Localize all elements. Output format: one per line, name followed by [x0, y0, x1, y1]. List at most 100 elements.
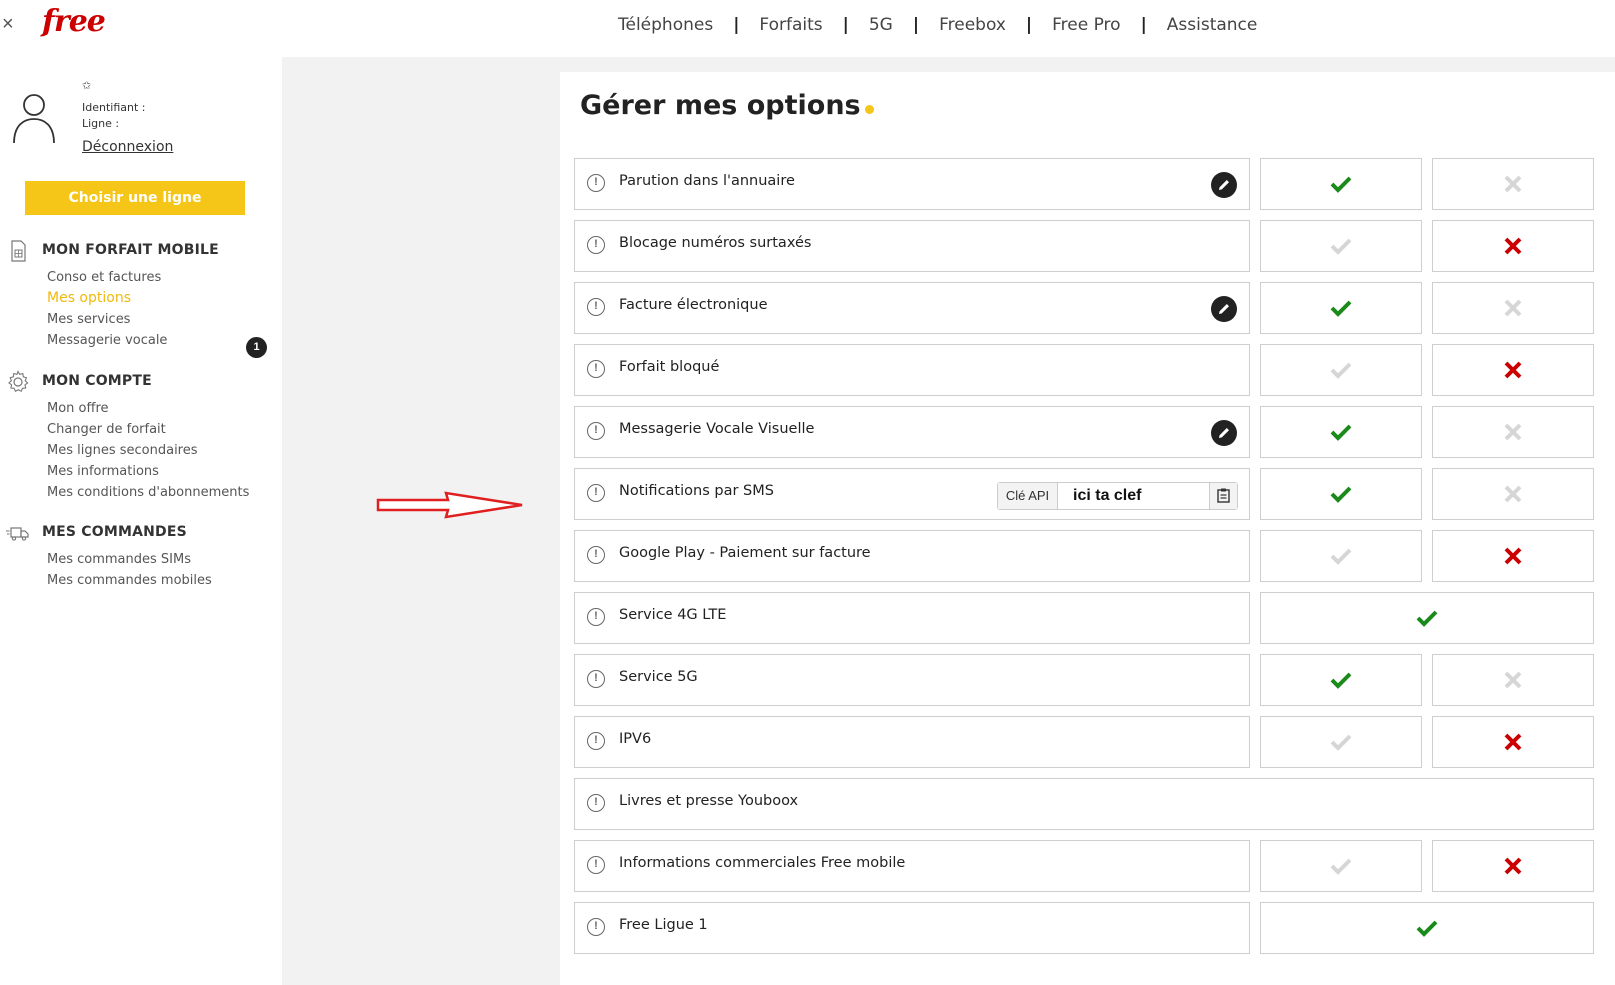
edit-pencil-icon[interactable] — [1211, 420, 1237, 446]
checkmark-icon — [1330, 238, 1352, 255]
edit-pencil-icon[interactable] — [1211, 172, 1237, 198]
api-key-label: Clé API — [998, 483, 1058, 509]
link-mes-informations[interactable]: Mes informations — [47, 461, 249, 482]
option-label: Blocage numéros surtaxés — [619, 235, 812, 251]
info-icon[interactable]: ! — [587, 794, 605, 812]
cross-icon — [1504, 423, 1522, 441]
option-label-box: ! IPV6 — [574, 716, 1250, 768]
api-key-input[interactable] — [1059, 483, 1209, 509]
option-disable-button[interactable] — [1432, 406, 1594, 458]
option-enable-button[interactable] — [1260, 158, 1422, 210]
nav-telephones[interactable]: Téléphones — [618, 15, 713, 35]
option-disable-button[interactable] — [1432, 530, 1594, 582]
option-enable-button[interactable] — [1260, 840, 1422, 892]
option-enable-button[interactable] — [1260, 716, 1422, 768]
link-conditions-abonnements[interactable]: Mes conditions d'abonnements — [47, 482, 249, 503]
info-icon[interactable]: ! — [587, 856, 605, 874]
logout-link[interactable]: Déconnexion — [82, 139, 173, 155]
checkmark-icon — [1330, 548, 1352, 565]
nav-5g[interactable]: 5G — [869, 15, 893, 35]
info-icon[interactable]: ! — [587, 484, 605, 502]
link-commandes-sims[interactable]: Mes commandes SIMs — [47, 549, 212, 570]
option-label-box: ! Parution dans l'annuaire — [574, 158, 1250, 210]
option-enable-button[interactable] — [1260, 406, 1422, 458]
option-enable-button[interactable] — [1260, 654, 1422, 706]
edit-pencil-icon[interactable] — [1211, 296, 1237, 322]
checkmark-icon — [1330, 424, 1352, 441]
option-disable-button[interactable] — [1432, 654, 1594, 706]
page-title: Gérer mes options — [580, 90, 874, 121]
star-icon: ✩ — [82, 80, 92, 92]
commandes-links: Mes commandes SIMs Mes commandes mobiles — [47, 549, 212, 591]
clipboard-copy-icon[interactable] — [1209, 483, 1237, 509]
option-disable-button[interactable] — [1432, 220, 1594, 272]
option-disable-button[interactable] — [1432, 468, 1594, 520]
option-label-box: ! Notifications par SMS Clé API — [574, 468, 1250, 520]
top-bar: × free Téléphones | Forfaits | 5G | Free… — [0, 0, 1615, 57]
link-mon-offre[interactable]: Mon offre — [47, 398, 249, 419]
checkmark-icon — [1330, 858, 1352, 875]
info-icon[interactable]: ! — [587, 422, 605, 440]
option-disable-button[interactable] — [1432, 158, 1594, 210]
option-disable-button[interactable] — [1432, 716, 1594, 768]
cross-icon — [1504, 547, 1522, 565]
ligne-label: Ligne : — [82, 117, 120, 130]
free-logo[interactable]: free — [42, 4, 106, 39]
link-messagerie-vocale[interactable]: Messagerie vocale — [47, 330, 167, 351]
info-icon[interactable]: ! — [587, 360, 605, 378]
option-enable-button[interactable] — [1260, 344, 1422, 396]
link-changer-forfait[interactable]: Changer de forfait — [47, 419, 249, 440]
link-lignes-secondaires[interactable]: Mes lignes secondaires — [47, 440, 249, 461]
option-label-box: ! Service 5G — [574, 654, 1250, 706]
option-disable-button[interactable] — [1432, 344, 1594, 396]
option-enable-button[interactable] — [1260, 220, 1422, 272]
voicemail-count-badge: 1 — [246, 337, 267, 358]
option-disable-button[interactable] — [1432, 282, 1594, 334]
choose-line-button[interactable]: Choisir une ligne — [25, 181, 245, 215]
cross-icon — [1504, 485, 1522, 503]
user-avatar-icon — [13, 94, 55, 144]
link-commandes-mobiles[interactable]: Mes commandes mobiles — [47, 570, 212, 591]
option-label-box: ! Livres et presse Youboox — [574, 778, 1594, 830]
close-icon[interactable]: × — [2, 12, 18, 36]
option-enable-button[interactable] — [1260, 530, 1422, 582]
option-disable-button[interactable] — [1432, 840, 1594, 892]
option-status-active — [1260, 592, 1594, 644]
info-icon[interactable]: ! — [587, 732, 605, 750]
checkmark-icon — [1416, 610, 1438, 627]
link-mes-services[interactable]: Mes services — [47, 309, 167, 330]
identifiant-label: Identifiant : — [82, 101, 146, 114]
delivery-truck-icon — [6, 527, 29, 541]
link-mes-options[interactable]: Mes options — [47, 288, 167, 309]
option-enable-button[interactable] — [1260, 468, 1422, 520]
section-title-commandes: MES COMMANDES — [42, 524, 187, 540]
title-dot — [864, 105, 874, 114]
nav-free-pro[interactable]: Free Pro — [1052, 15, 1120, 35]
section-title-compte: MON COMPTE — [42, 373, 152, 389]
option-label: Google Play - Paiement sur facture — [619, 545, 871, 561]
info-icon[interactable]: ! — [587, 670, 605, 688]
cross-icon — [1504, 299, 1522, 317]
option-label: Informations commerciales Free mobile — [619, 855, 906, 871]
nav-separator: | — [842, 15, 849, 35]
cross-icon — [1504, 361, 1522, 379]
nav-forfaits[interactable]: Forfaits — [759, 15, 822, 35]
option-label: Notifications par SMS — [619, 483, 774, 499]
info-icon[interactable]: ! — [587, 298, 605, 316]
sim-card-icon — [11, 240, 26, 262]
nav-freebox[interactable]: Freebox — [939, 15, 1006, 35]
option-enable-button[interactable] — [1260, 282, 1422, 334]
option-label: Service 5G — [619, 669, 698, 685]
cross-icon — [1504, 175, 1522, 193]
option-label-box: ! Blocage numéros surtaxés — [574, 220, 1250, 272]
link-conso-factures[interactable]: Conso et factures — [47, 267, 167, 288]
info-icon[interactable]: ! — [587, 174, 605, 192]
info-icon[interactable]: ! — [587, 546, 605, 564]
nav-assistance[interactable]: Assistance — [1167, 15, 1258, 35]
cross-icon — [1504, 733, 1522, 751]
info-icon[interactable]: ! — [587, 918, 605, 936]
checkmark-icon — [1330, 486, 1352, 503]
nav-separator: | — [1025, 15, 1033, 35]
info-icon[interactable]: ! — [587, 608, 605, 626]
info-icon[interactable]: ! — [587, 236, 605, 254]
